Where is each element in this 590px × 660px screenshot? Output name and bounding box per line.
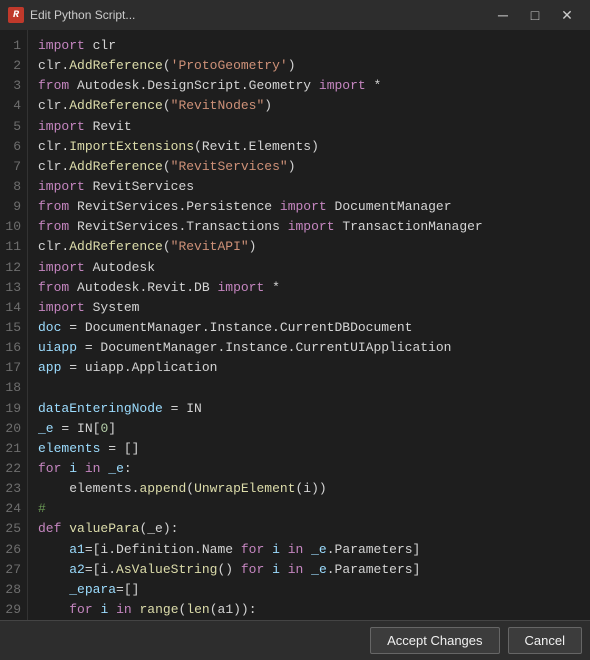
- cancel-button[interactable]: Cancel: [508, 627, 582, 654]
- code-editor[interactable]: 1 2 3 4 5 6 7 8 9 10 11 12 13 14 15 16 1…: [0, 30, 590, 620]
- code-text[interactable]: import clr clr.AddReference('ProtoGeomet…: [28, 30, 590, 620]
- close-button[interactable]: ✕: [552, 5, 582, 25]
- accept-changes-button[interactable]: Accept Changes: [370, 627, 499, 654]
- bottom-bar: Accept Changes Cancel: [0, 620, 590, 660]
- app-icon: R: [8, 7, 24, 23]
- window-controls: ─ □ ✕: [488, 5, 582, 25]
- line-numbers: 1 2 3 4 5 6 7 8 9 10 11 12 13 14 15 16 1…: [0, 30, 28, 620]
- minimize-button[interactable]: ─: [488, 5, 518, 25]
- maximize-button[interactable]: □: [520, 5, 550, 25]
- title-bar: R Edit Python Script... ─ □ ✕: [0, 0, 590, 30]
- window-title: Edit Python Script...: [30, 8, 488, 22]
